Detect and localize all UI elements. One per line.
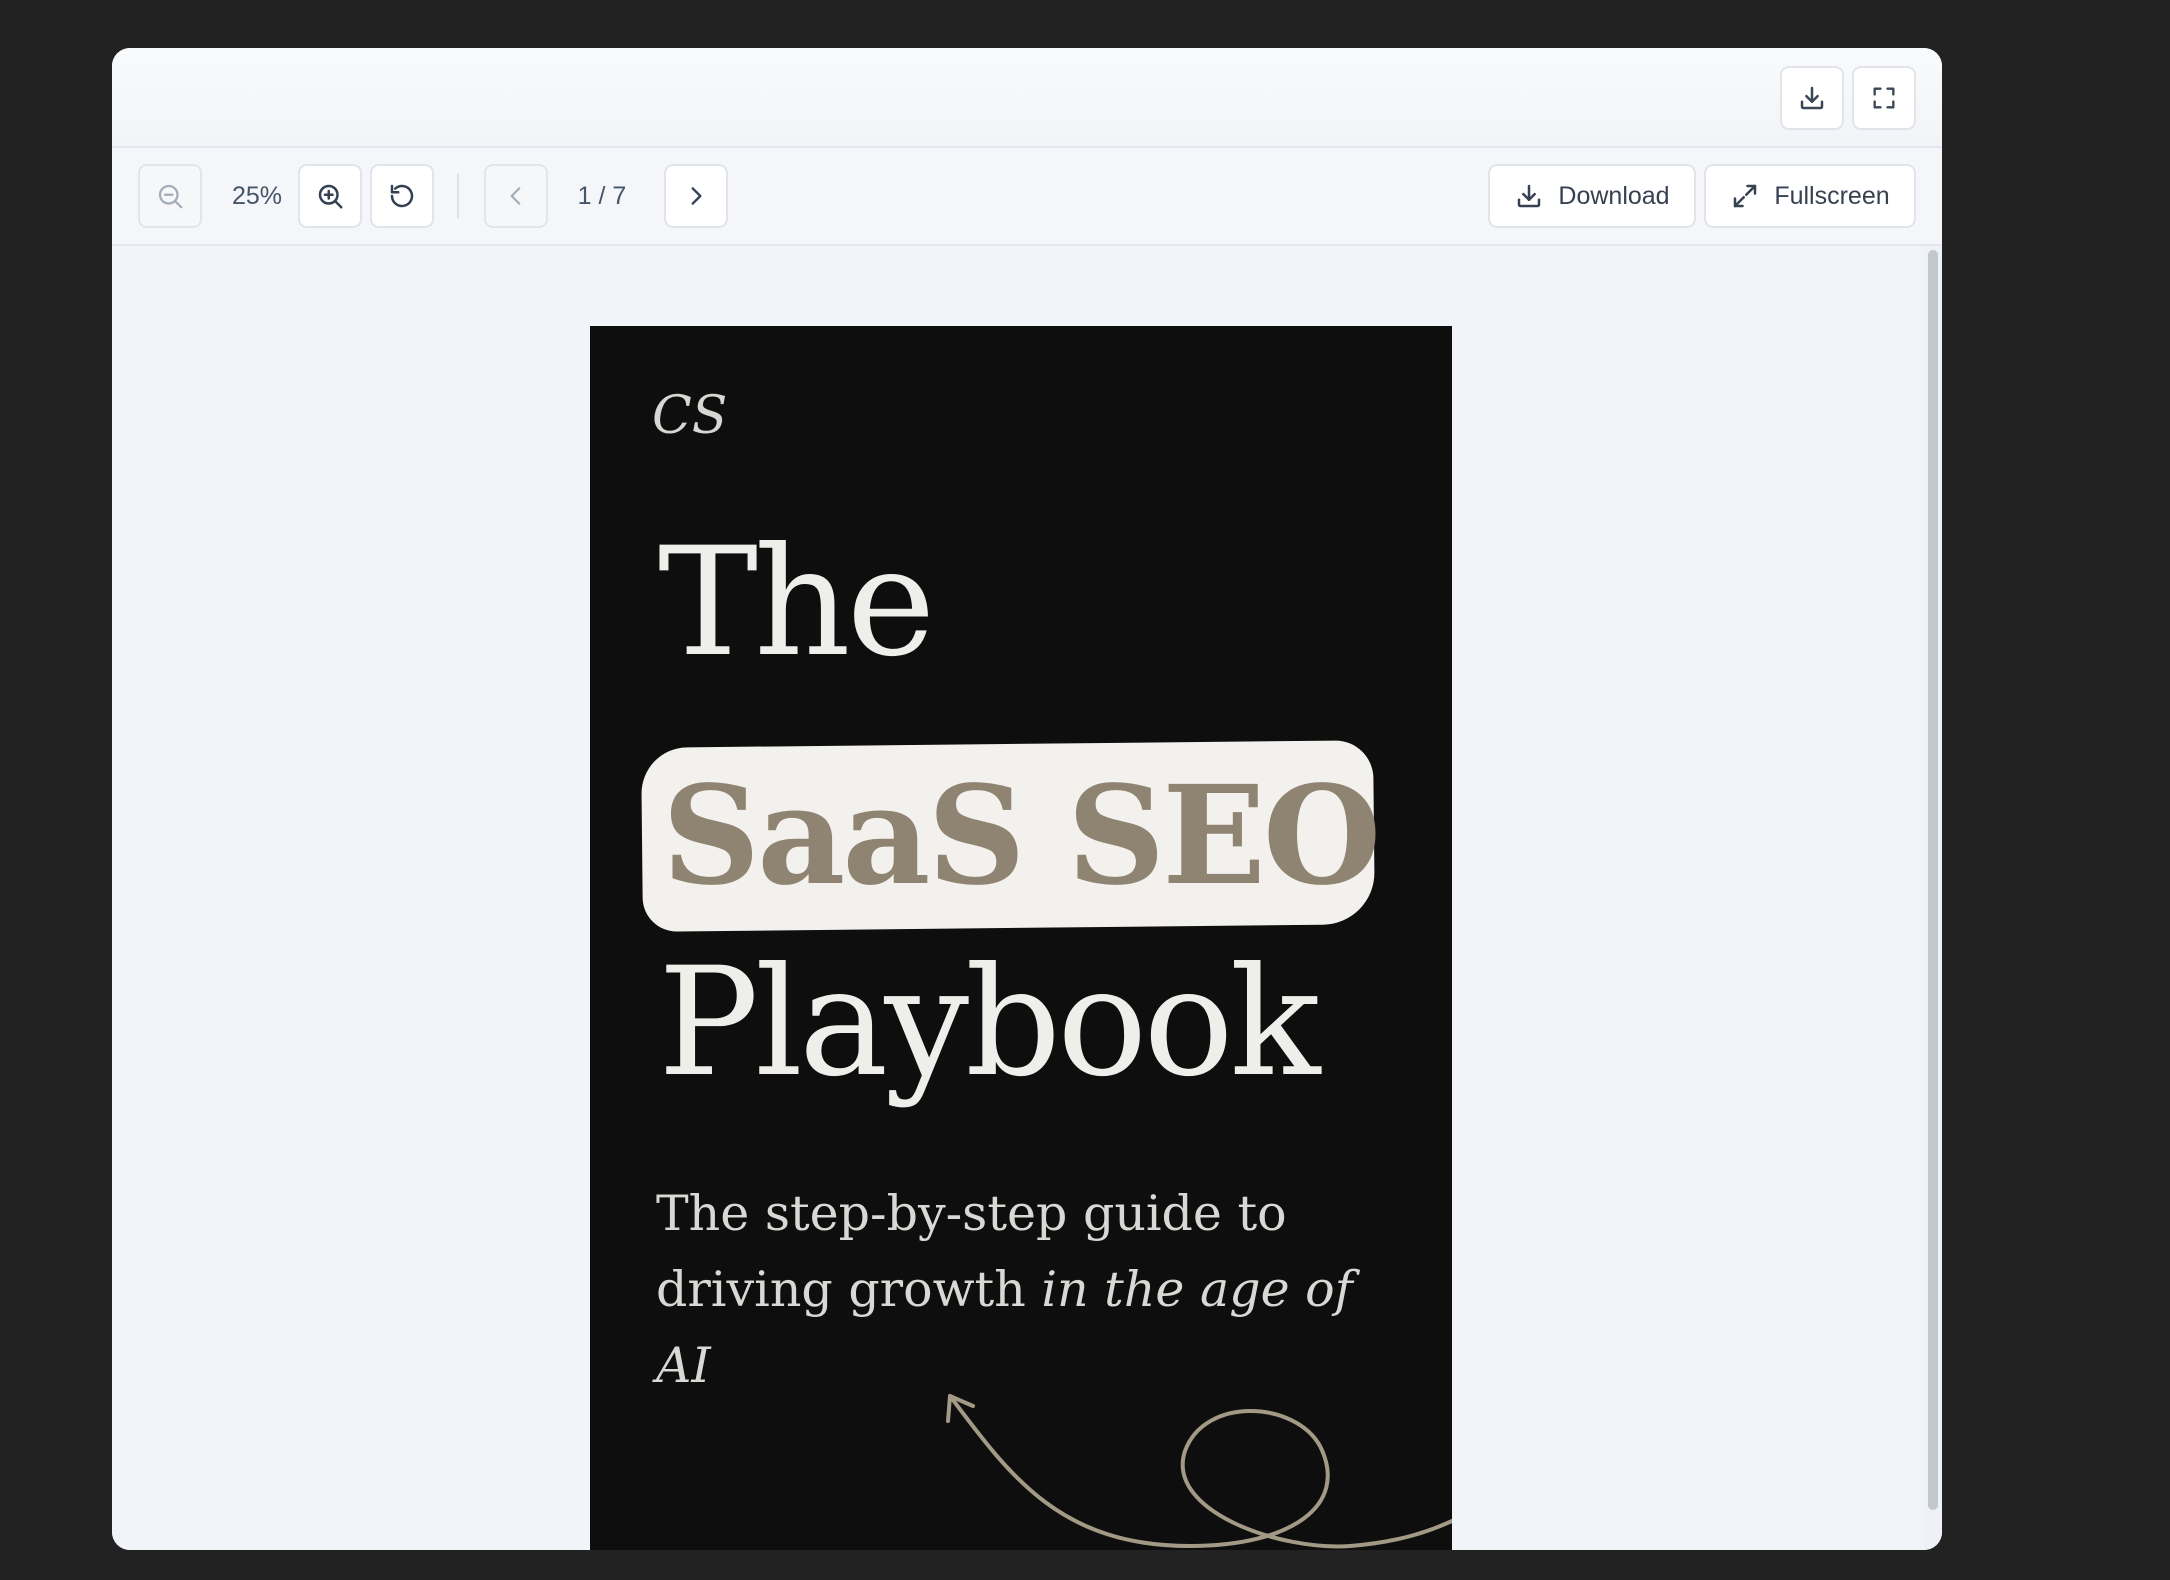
next-page-button[interactable] — [664, 164, 728, 228]
page-indicator: 1 / 7 — [577, 181, 627, 210]
header-fullscreen-button[interactable] — [1852, 66, 1916, 130]
previous-page-button[interactable] — [484, 164, 548, 228]
toolbar-divider — [457, 174, 459, 218]
chevron-left-icon — [510, 187, 521, 205]
download-icon — [1518, 184, 1541, 208]
download-icon — [1800, 86, 1824, 110]
zoom-in-icon — [318, 184, 343, 209]
scrollbar-thumb[interactable] — [1928, 250, 1938, 1510]
scrollbar-track[interactable] — [1924, 246, 1942, 1550]
pdf-viewer: 25% 1 / 7 Download Fullscreen CS The Saa… — [112, 48, 1942, 1550]
viewer-toolbar: 25% 1 / 7 Download Fullscreen — [112, 148, 1942, 246]
zoom-out-icon — [158, 184, 183, 209]
document-canvas[interactable]: CS The SaaS SEO Playbook The step-by-ste… — [112, 246, 1942, 1550]
rotate-ccw-icon — [390, 184, 414, 208]
expand-icon — [1734, 184, 1757, 208]
download-button[interactable]: Download — [1488, 164, 1696, 228]
fullscreen-button[interactable]: Fullscreen — [1704, 164, 1916, 228]
decorative-arrow-swirl — [946, 1394, 1452, 1549]
viewer-header — [112, 48, 1942, 148]
document-page: CS The SaaS SEO Playbook The step-by-ste… — [590, 326, 1452, 1550]
chevron-right-icon — [691, 187, 702, 205]
fullscreen-icon — [1873, 87, 1895, 109]
header-download-button[interactable] — [1780, 66, 1844, 130]
reset-zoom-button[interactable] — [370, 164, 434, 228]
zoom-level: 25% — [231, 181, 283, 210]
download-label: Download — [1558, 181, 1670, 210]
zoom-in-button[interactable] — [298, 164, 362, 228]
zoom-out-button[interactable] — [138, 164, 202, 228]
fullscreen-label: Fullscreen — [1774, 181, 1890, 210]
